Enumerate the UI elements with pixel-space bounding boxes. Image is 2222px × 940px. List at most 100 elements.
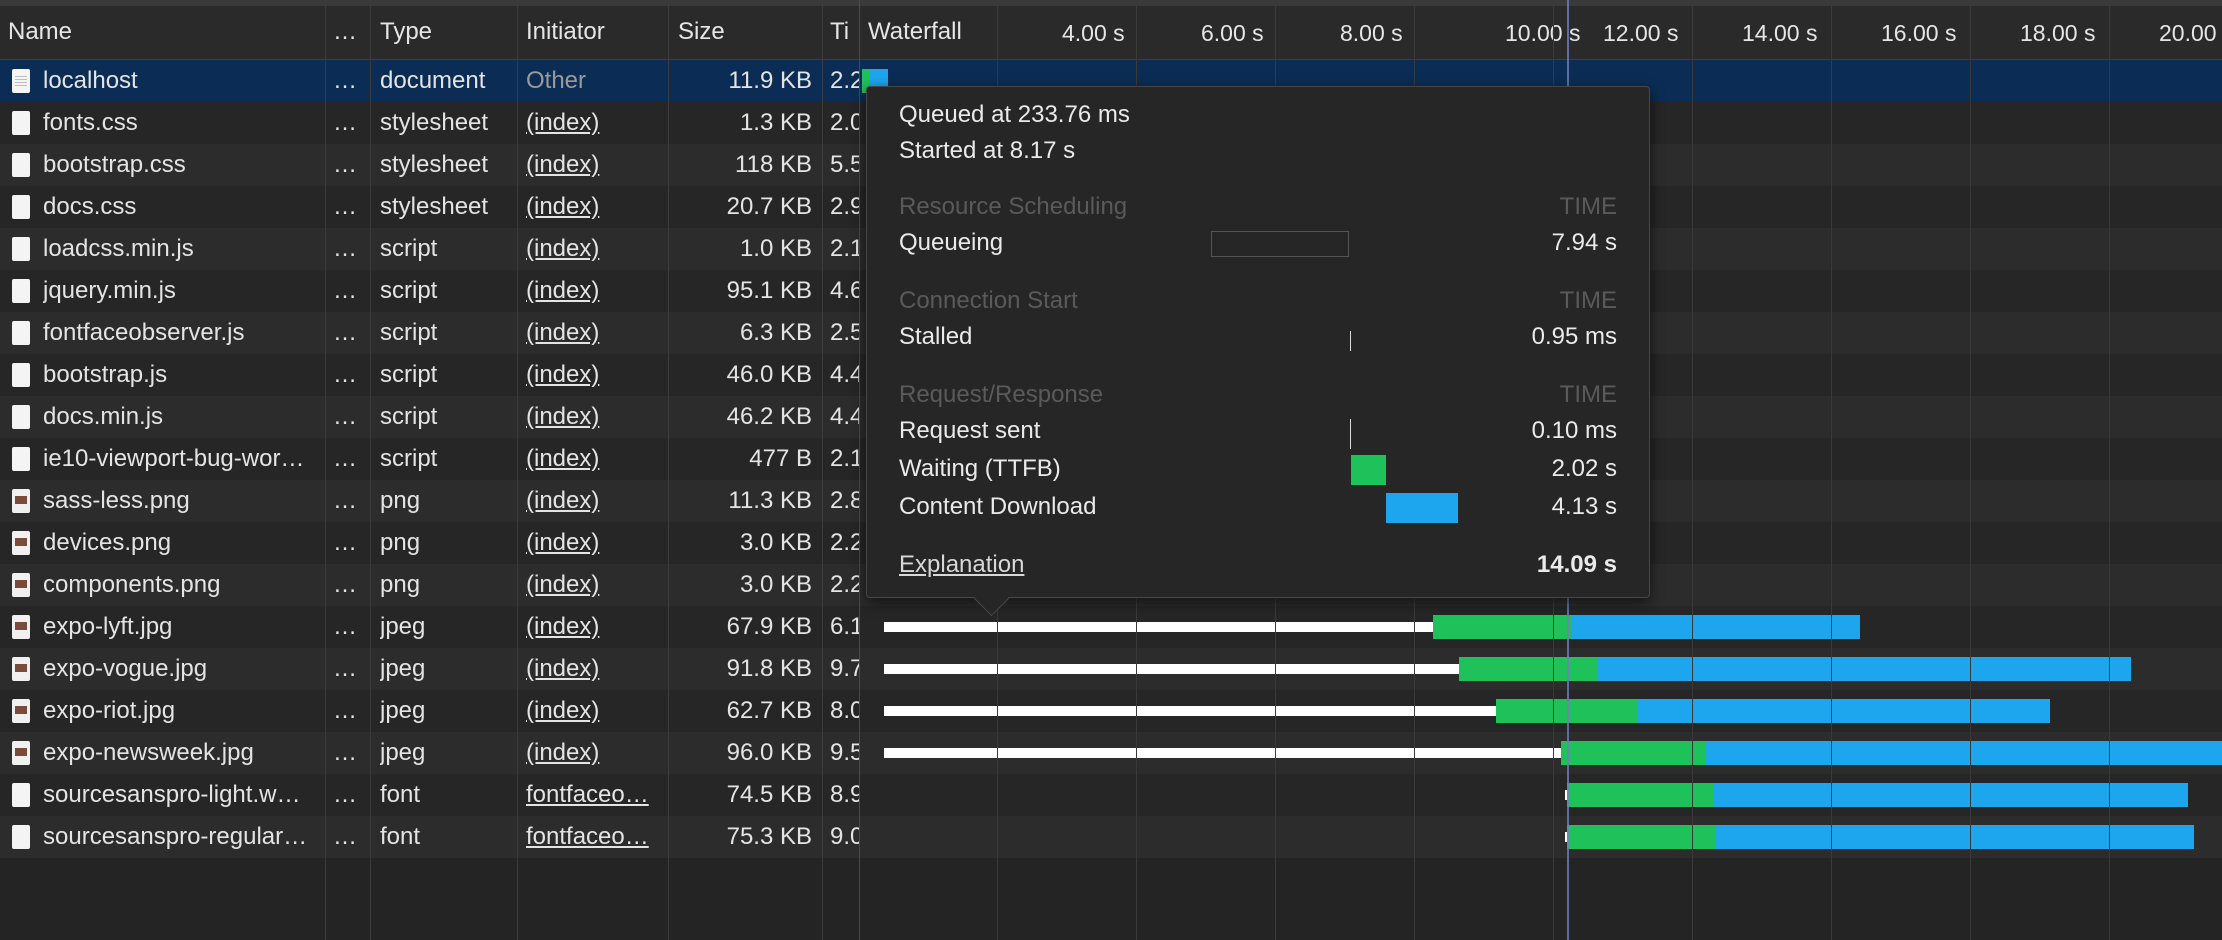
image-icon (12, 699, 30, 723)
image-icon (12, 741, 30, 765)
timing-tooltip: Queued at 233.76 ms Started at 8.17 s Re… (866, 86, 1650, 617)
request-size: 1.3 KB (739, 109, 812, 136)
column-header-initiator[interactable]: Initiator (526, 18, 605, 46)
table-row[interactable]: expo-newsweek.jpg … jpeg (index) 96.0 KB 9.5 (0, 732, 2222, 774)
request-initiator[interactable]: (index) (526, 270, 664, 312)
request-name: fonts.css (43, 109, 138, 136)
request-time: 2.2 (830, 571, 860, 598)
request-name: docs.min.js (43, 403, 164, 430)
request-initiator[interactable]: fontfaceo… (526, 774, 664, 816)
table-row[interactable]: sourcesanspro-light.w… … font fontfaceo… 74.… (0, 774, 2222, 816)
request-name: expo-vogue.jpg (43, 655, 208, 682)
file-icon (12, 363, 30, 387)
request-time: 9.0 (830, 823, 860, 850)
table-row[interactable]: expo-riot.jpg … jpeg (index) 62.7 KB 8.0 (0, 690, 2222, 732)
waterfall-download-bar (1597, 657, 2131, 681)
timeline-tick-label: 8.00 s (1340, 20, 1403, 46)
column-divider[interactable] (517, 0, 518, 940)
request-size: 91.8 KB (726, 655, 812, 682)
request-size: 20.7 KB (726, 193, 812, 220)
request-initiator[interactable]: fontfaceo… (526, 816, 664, 858)
column-header-size[interactable]: Size (678, 18, 725, 46)
request-time: 2.1 (830, 235, 860, 262)
request-name: bootstrap.css (43, 151, 186, 178)
column-divider[interactable] (822, 0, 823, 940)
network-panel: Name … Type Initiator Size Ti Waterfall … (0, 0, 2222, 940)
document-icon (12, 69, 30, 93)
request-more: … (333, 67, 357, 94)
request-size: 3.0 KB (739, 571, 812, 598)
file-icon (12, 237, 30, 261)
column-header-more[interactable]: … (333, 18, 357, 46)
column-header-waterfall[interactable]: Waterfall (868, 18, 962, 46)
request-initiator[interactable]: (index) (526, 396, 664, 438)
request-time: 5.5 (830, 151, 860, 178)
table-row[interactable]: expo-vogue.jpg … jpeg (index) 91.8 KB 9.7 (0, 648, 2222, 690)
request-initiator[interactable]: (index) (526, 144, 664, 186)
explanation-link[interactable]: Explanation (899, 551, 1024, 579)
request-more: … (333, 361, 357, 388)
timeline-tick-label: 14.00 s (1742, 20, 1818, 46)
file-icon (12, 279, 30, 303)
request-size: 6.3 KB (739, 319, 812, 346)
request-initiator[interactable]: (index) (526, 438, 664, 480)
request-initiator[interactable]: (index) (526, 564, 664, 606)
request-sent-bar (1350, 419, 1351, 449)
request-initiator[interactable]: (index) (526, 522, 664, 564)
time-column-header: TIME (1559, 381, 1617, 408)
file-icon (12, 195, 30, 219)
request-type: jpeg (380, 739, 426, 766)
timeline-gridline (1692, 0, 1693, 940)
timeline-tick-label: 10.00 s (1505, 20, 1581, 46)
request-initiator[interactable]: (index) (526, 186, 664, 228)
file-icon (12, 321, 30, 345)
request-name: fontfaceobserver.js (43, 319, 245, 346)
request-size: 75.3 KB (726, 823, 812, 850)
request-initiator[interactable]: (index) (526, 480, 664, 522)
waterfall-download-bar (1706, 741, 2222, 765)
request-initiator[interactable]: (index) (526, 606, 664, 648)
section-title-request-response: Request/Response (899, 381, 1104, 408)
column-header-time[interactable]: Ti (830, 18, 849, 46)
table-row[interactable]: sourcesanspro-regular… … font fontfaceo… 75.… (0, 816, 2222, 858)
request-time: 4.6 (830, 277, 860, 304)
column-header-name[interactable]: Name (8, 18, 72, 46)
column-divider[interactable] (370, 0, 371, 940)
request-initiator[interactable]: (index) (526, 690, 664, 732)
request-size: 46.2 KB (726, 403, 812, 430)
request-initiator[interactable]: (index) (526, 102, 664, 144)
request-time: 2.8 (830, 487, 860, 514)
request-initiator[interactable]: (index) (526, 648, 664, 690)
request-name: expo-riot.jpg (43, 697, 176, 724)
request-initiator[interactable]: (index) (526, 312, 664, 354)
column-divider[interactable] (859, 0, 860, 940)
request-type: font (380, 781, 421, 808)
request-more: … (333, 109, 357, 136)
content-download-bar (1386, 493, 1458, 523)
request-more: … (333, 193, 357, 220)
waterfall-waiting-bar (1561, 741, 1706, 765)
request-size: 74.5 KB (726, 781, 812, 808)
request-sent-label: Request sent (899, 417, 1041, 444)
table-row[interactable]: expo-lyft.jpg … jpeg (index) 67.9 KB 6.1 (0, 606, 2222, 648)
request-initiator[interactable]: (index) (526, 228, 664, 270)
request-initiator[interactable]: (index) (526, 732, 664, 774)
request-more: … (333, 403, 357, 430)
request-more: … (333, 655, 357, 682)
request-name: jquery.min.js (43, 277, 176, 304)
request-name: docs.css (43, 193, 137, 220)
image-icon (12, 531, 30, 555)
column-divider[interactable] (668, 0, 669, 940)
request-name: sass-less.png (43, 487, 190, 514)
request-more: … (333, 823, 357, 850)
column-header-type[interactable]: Type (380, 18, 432, 46)
column-divider[interactable] (325, 0, 326, 940)
request-more: … (333, 277, 357, 304)
waterfall-queue-bar (884, 622, 1433, 632)
request-more: … (333, 697, 357, 724)
request-type: png (380, 571, 421, 598)
request-initiator: Other (526, 67, 587, 94)
request-initiator[interactable]: (index) (526, 354, 664, 396)
started-at-text: Started at 8.17 s (899, 137, 1076, 164)
request-size: 62.7 KB (726, 697, 812, 724)
